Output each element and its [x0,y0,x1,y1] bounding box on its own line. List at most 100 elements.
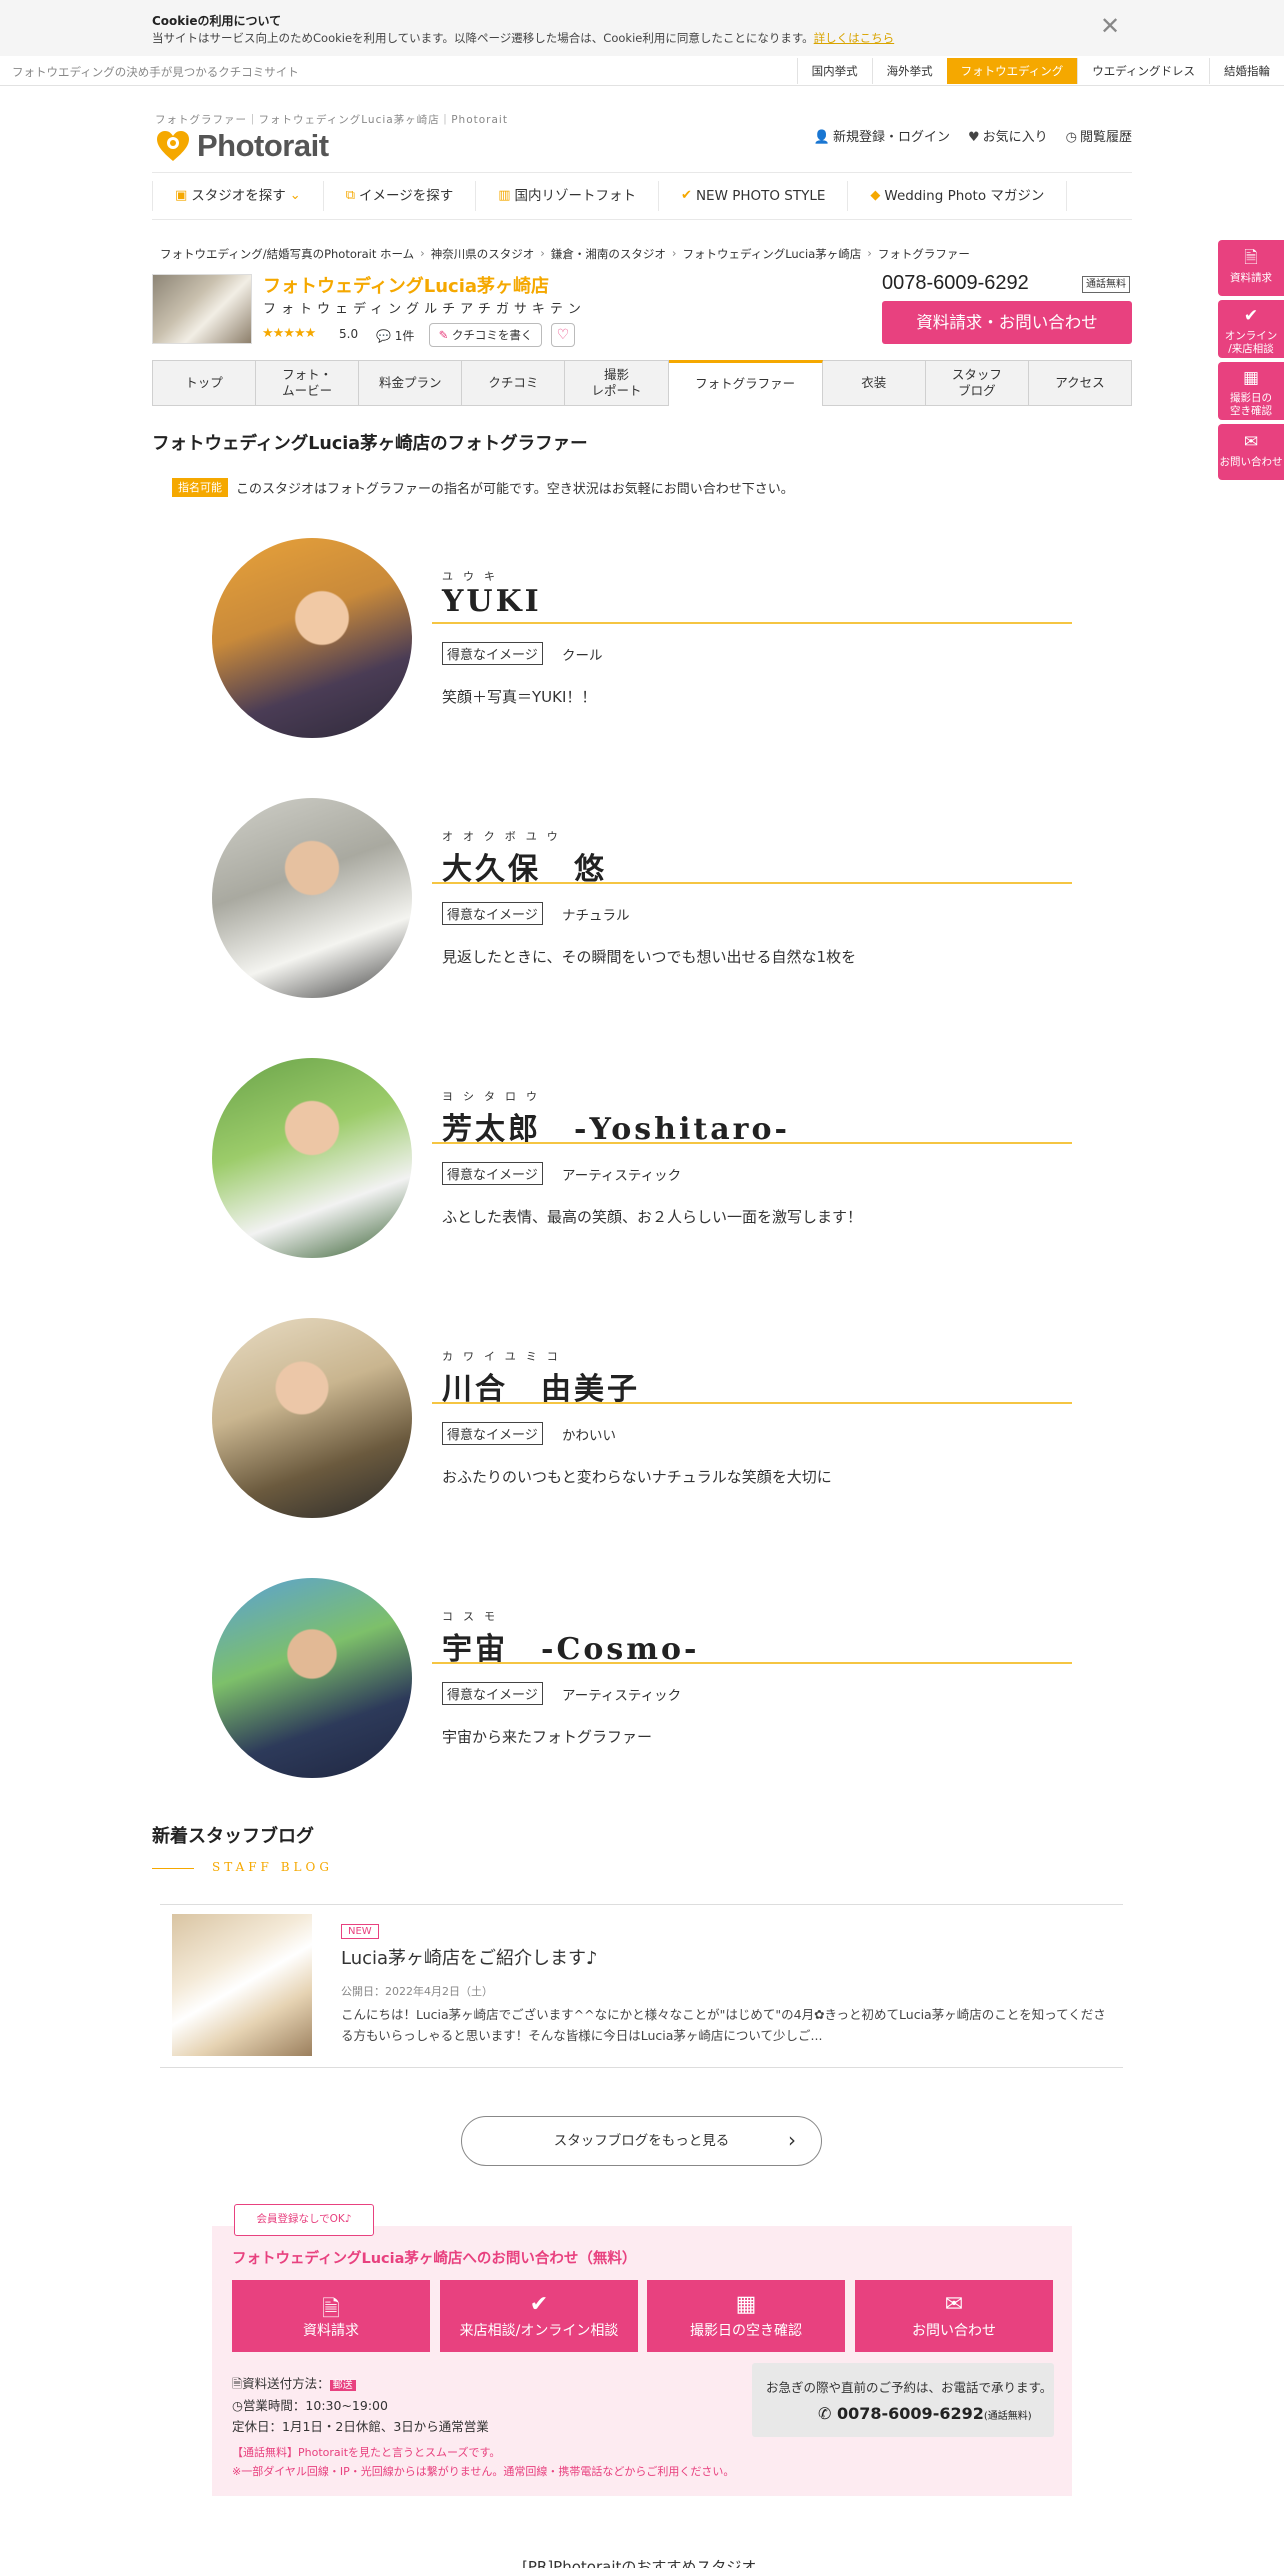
request-docs-button[interactable]: 🗎 資料請求 [232,2280,430,2352]
tab-photographer[interactable]: フォトグラファー [668,360,823,406]
phone-box-number[interactable]: ✆ 0078-6009-6292(通話無料) [818,2404,1032,2423]
member-tag: 会員登録なしでOK♪ [234,2204,374,2236]
contact-button[interactable]: 資料請求・お問い合わせ [882,301,1132,344]
login-link[interactable]: 👤 新規登録・ログイン [814,126,950,145]
breadcrumb: フォトウエディング/結婚写真のPhotorait ホーム › 神奈川県のスタジオ ›… [160,246,970,262]
studio-thumbnail[interactable] [152,274,252,344]
global-nav: ▣ スタジオを探す ⌄ ⧉ イメージを探す ▥ 国内リゾートフォト ✔ NEW PHOTO… [152,172,1132,220]
photographer-photo [212,1058,412,1258]
nav-resort-photo[interactable]: ▥ 国内リゾートフォト [476,181,660,211]
site-link-domestic[interactable]: 国内挙式 [796,58,872,84]
review-count[interactable]: 💬 1件 [376,327,414,344]
check-circle-icon: ✔ [1243,306,1259,326]
check-icon: ✔ [681,188,692,203]
tab-access[interactable]: アクセス [1028,360,1133,406]
nominate-text: このスタジオはフォトグラファーの指名が可能です。空き状況はお気軽にお問い合わせ下… [236,482,794,497]
nav-magazine[interactable]: ◆ Wedding Photo マガジン [848,181,1068,211]
heart-icon: ♥ [967,130,980,145]
tab-photo-movie[interactable]: フォト・ ムービー [256,360,360,406]
tab-report[interactable]: 撮影 レポート [565,360,669,406]
side-availability[interactable]: ▦ 撮影日の 空き確認 [1218,362,1284,420]
photographer-photo [212,1578,412,1778]
site-link-dress[interactable]: ウエディングドレス [1077,58,1209,84]
breadcrumb-studio[interactable]: フォトウェディングLucia茅ヶ崎店 [683,246,862,262]
side-visit-consult[interactable]: ✔ オンライン /来店相談 [1218,300,1284,358]
contact-note: 【通話無料】Photoraitを見たと言うとスムーズです。 ※一部ダイヤル回線・… [232,2446,735,2478]
nav-find-image[interactable]: ⧉ イメージを探す [324,181,477,211]
studio-name[interactable]: フォトウェディングLucia茅ヶ崎店 [263,272,549,298]
chevron-right-icon: › [867,246,872,260]
breadcrumb-current: フォトグラファー [877,247,970,261]
header-breadcrumb: フォトグラファー｜フォトウェディングLucia茅ヶ崎店｜Photorait [155,114,508,126]
photographer-kana: カワイユミコ [442,1350,568,1363]
rating-score: 5.0 [339,327,359,341]
logo-heart-icon [157,131,189,161]
check-circle-icon: ✔ [529,2292,549,2317]
inquiry-button[interactable]: ✉ お問い合わせ [855,2280,1053,2352]
chevron-right-icon: › [788,2128,796,2152]
cookie-title: Cookieの利用について [152,14,282,28]
close-icon[interactable]: ✕ [1098,14,1122,38]
photographer-divider [432,882,1072,884]
photographer-photo [212,538,412,738]
photographer-kana: ユウキ [442,570,505,583]
document-icon: 🗎 [1244,248,1258,268]
blog-excerpt: こんにちは！Lucia茅ヶ崎店でございます^^なにかと様々なことが"はじめて"の… [341,2007,1106,2044]
chevron-right-icon: › [540,246,545,260]
document-icon: 🗎 [322,2297,340,2322]
tab-staff-blog[interactable]: スタッフ ブログ [925,360,1029,406]
photographer-kana: オオクボユウ [442,830,568,843]
phone-icon: ✆ [818,2404,832,2423]
site-link-overseas[interactable]: 海外挙式 [871,58,947,84]
tab-reviews[interactable]: クチコミ [462,360,566,406]
rating-stars: ★★★★★ [262,326,316,341]
photographer-tag-label: 得意なイメージ [442,1682,543,1705]
photographer-tag-label: 得意なイメージ [442,1422,543,1445]
photographer-kana: ヨシタロウ [442,1090,547,1103]
mail-icon: ✉ [1243,432,1259,452]
history-link[interactable]: ◷ 閲覧履歴 [1066,126,1132,145]
photographer-tag-value: かわいい [562,1428,616,1444]
phone-box-text: お急ぎの際や直前のご予約は、お電話で承ります。 [766,2380,1053,2395]
breadcrumb-home[interactable]: フォトウエディング/結婚写真のPhotorait ホーム [160,246,414,262]
studio-phone[interactable]: 0078-6009-6292 [882,272,1029,295]
new-badge: NEW [341,1924,379,1939]
blog-date: 公開日：2022年4月2日（土） [341,1985,493,1998]
tab-top[interactable]: トップ [152,360,257,406]
photographer-divider [432,1142,1072,1144]
chevron-down-icon: ⌄ [289,188,301,203]
breadcrumb-kanagawa[interactable]: 神奈川県のスタジオ [431,246,535,262]
site-links: 国内挙式 海外挙式 フォトウエディング ウエディングドレス 結婚指輪 [796,58,1284,84]
blog-post-title[interactable]: Lucia茅ヶ崎店をご紹介します♪ [341,1944,598,1970]
image-icon: ⧉ [345,188,355,203]
site-link-ring[interactable]: 結婚指輪 [1209,58,1284,84]
blog-subtitle-line [152,1868,194,1869]
availability-button[interactable]: ▦ 撮影日の空き確認 [647,2280,845,2352]
blog-thumbnail[interactable] [172,1914,312,2056]
visit-consult-button[interactable]: ✔ 来店相談/オンライン相談 [440,2280,638,2352]
photographer-divider [432,1662,1072,1664]
free-call-badge: 通話無料 [1082,276,1130,293]
holidays: 定休日：1月1日・2日休館、3日から通常営業 [232,2419,489,2434]
more-blog-button[interactable]: スタッフブログをもっと見る [461,2116,822,2166]
tab-plan[interactable]: 料金プラン [359,360,463,406]
logo[interactable]: Photorait [155,128,329,164]
tab-costume[interactable]: 衣装 [822,360,926,406]
logo-text: Photorait [197,128,329,163]
suitcase-icon: ▥ [498,188,511,203]
cookie-detail-link[interactable]: 詳しくはこちら [814,31,895,45]
side-inquiry[interactable]: ✉ お問い合わせ [1218,424,1284,480]
site-tagline: フォトウエディングの決め手が見つかるクチコミサイト [12,65,299,79]
write-review-button[interactable]: ✎ クチコミを書く [429,323,542,347]
side-request-docs[interactable]: 🗎 資料請求 [1218,240,1284,296]
photographer-photo [212,798,412,998]
favorites-link[interactable]: ♥ お気に入り [968,126,1048,145]
studio-kana: フォトウェディングルチアチガサキテン [263,302,586,317]
breadcrumb-kamakura[interactable]: 鎌倉・湘南のスタジオ [551,246,666,262]
photographer-tag-label: 得意なイメージ [442,1162,543,1185]
photographer-tag-value: ナチュラル [562,908,630,924]
favorite-button[interactable]: ♡ [551,323,575,347]
site-link-photowedding[interactable]: フォトウエディング [946,58,1078,84]
nav-new-photo-style[interactable]: ✔ NEW PHOTO STYLE [659,181,849,211]
nav-find-studio[interactable]: ▣ スタジオを探す ⌄ [152,181,324,211]
